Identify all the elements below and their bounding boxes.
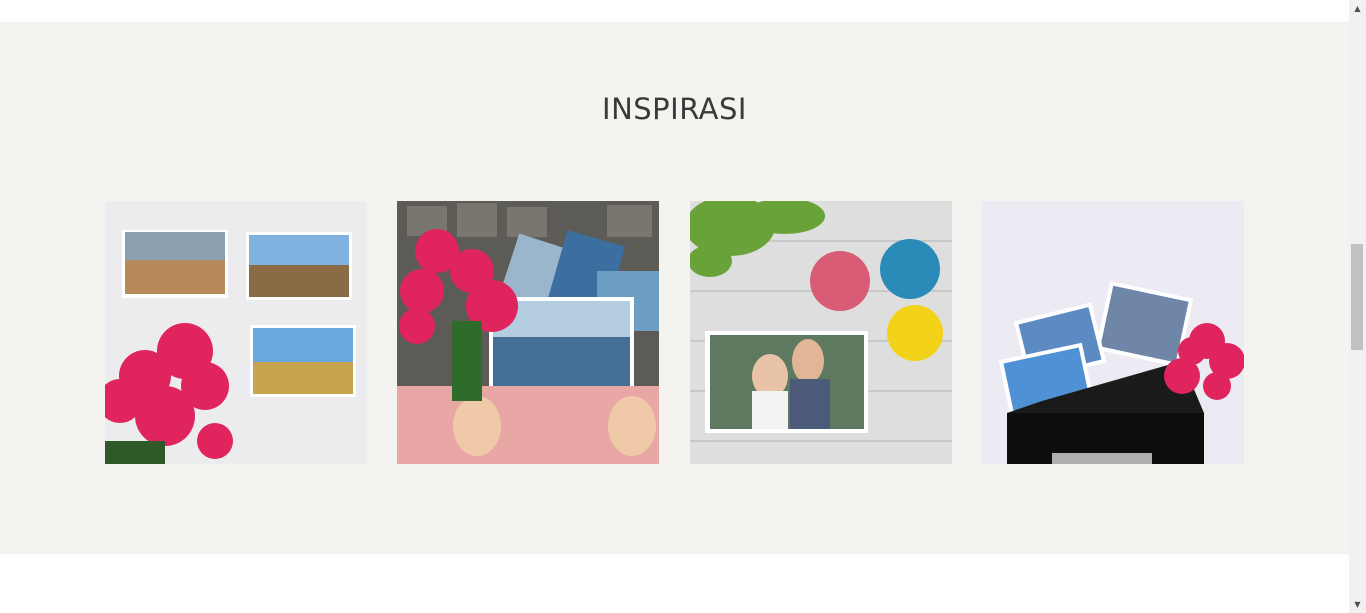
- scroll-up-icon[interactable]: ▲: [1349, 0, 1366, 17]
- vertical-scrollbar[interactable]: ▲ ▼: [1349, 0, 1366, 613]
- inspiration-section: INSPIRASI: [0, 22, 1349, 554]
- inspiration-image-4[interactable]: [982, 201, 1244, 464]
- inspiration-image-3[interactable]: [690, 201, 952, 464]
- hands-holding-prints-and-flowers-image: [397, 201, 659, 464]
- inspiration-image-2[interactable]: [397, 201, 659, 464]
- page: INSPIRASI: [0, 0, 1349, 613]
- scrollbar-thumb[interactable]: [1351, 244, 1363, 350]
- inspiration-image-1[interactable]: [105, 201, 367, 464]
- scroll-down-icon[interactable]: ▼: [1349, 596, 1366, 613]
- prints-in-black-box-image: [982, 201, 1244, 464]
- couple-print-with-yarn-image: [690, 201, 952, 464]
- photo-prints-with-pink-flowers-image: [105, 201, 367, 464]
- section-title: INSPIRASI: [602, 92, 747, 126]
